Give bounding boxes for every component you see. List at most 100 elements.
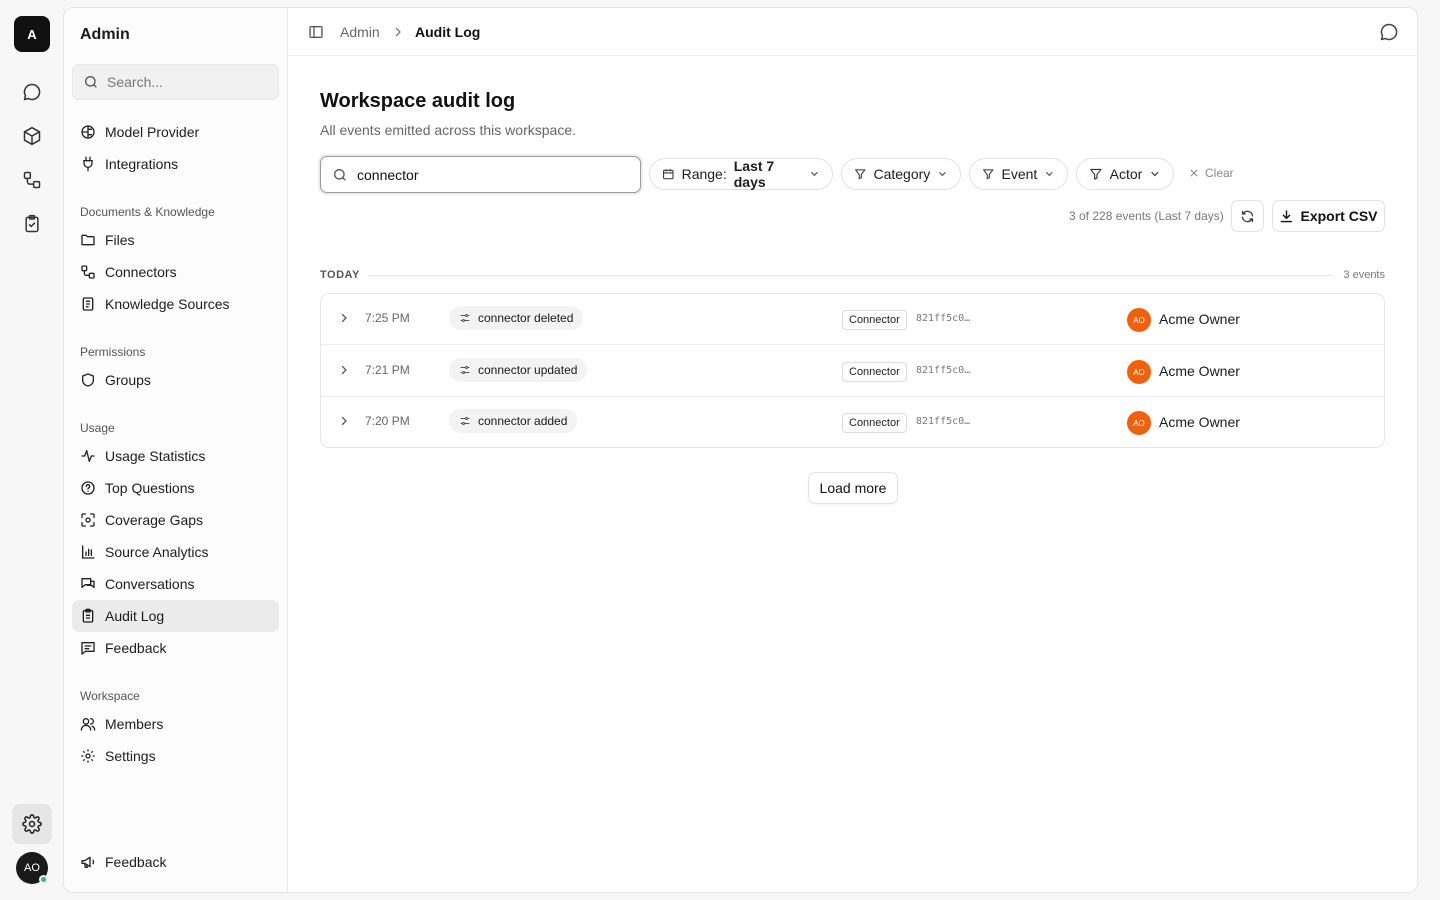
category-filter-button[interactable]: Category bbox=[841, 158, 961, 190]
refresh-icon bbox=[1241, 210, 1254, 222]
event-time: 7:25 PM bbox=[365, 311, 410, 325]
online-status-dot bbox=[39, 875, 48, 884]
event-row[interactable]: 7:21 PM connector updated Connector 821f… bbox=[321, 346, 1384, 397]
chat-bubble-icon[interactable] bbox=[1379, 22, 1399, 42]
sliders-icon bbox=[460, 314, 470, 322]
messages-icon bbox=[81, 578, 95, 588]
settings-icon[interactable] bbox=[12, 804, 52, 844]
box-icon[interactable] bbox=[20, 124, 44, 148]
event-type-badge: connector updated bbox=[449, 358, 588, 382]
clipboard-check-icon[interactable] bbox=[20, 212, 44, 236]
calendar-icon bbox=[663, 169, 674, 180]
chat-icon[interactable] bbox=[20, 80, 44, 104]
event-time: 7:20 PM bbox=[365, 414, 410, 428]
main-frame: Admin Search... Model Provider Integrati… bbox=[63, 7, 1418, 893]
sidebar-group-documents: Documents & Knowledge bbox=[80, 205, 215, 219]
actor-avatar: AO bbox=[1127, 360, 1151, 384]
sidebar-item-audit-log[interactable]: Audit Log bbox=[72, 600, 279, 632]
event-row[interactable]: 7:20 PM connector added Connector 821ff5… bbox=[321, 397, 1384, 447]
actor-filter-button[interactable]: Actor bbox=[1076, 158, 1174, 190]
admin-sidebar: Admin Search... Model Provider Integrati… bbox=[64, 8, 288, 892]
event-count-text: 3 of 228 events (Last 7 days) bbox=[1069, 209, 1224, 223]
event-filter-button[interactable]: Event bbox=[969, 158, 1068, 190]
breadcrumb-admin[interactable]: Admin bbox=[340, 24, 380, 40]
filter-icon bbox=[1090, 168, 1102, 180]
expand-chevron-icon[interactable] bbox=[338, 312, 350, 324]
plug-icon bbox=[83, 156, 93, 172]
resource-id[interactable]: 821ff5c0… bbox=[916, 313, 970, 324]
expand-chevron-icon[interactable] bbox=[338, 364, 350, 376]
actor-name: Acme Owner bbox=[1159, 311, 1240, 327]
resource-id[interactable]: 821ff5c0… bbox=[916, 365, 970, 376]
event-time: 7:21 PM bbox=[365, 363, 410, 377]
folder-icon bbox=[81, 234, 95, 246]
workspace-logo[interactable]: A bbox=[14, 16, 50, 52]
activity-icon bbox=[81, 450, 95, 462]
sidebar-group-usage: Usage bbox=[80, 421, 115, 435]
range-filter-button[interactable]: Range: Last 7 days bbox=[649, 158, 833, 190]
event-type-badge: connector added bbox=[449, 409, 578, 433]
connectors-icon bbox=[81, 265, 95, 279]
sliders-icon bbox=[460, 417, 470, 425]
export-csv-button[interactable]: Export CSV bbox=[1272, 200, 1385, 232]
sidebar-search-placeholder: Search... bbox=[107, 74, 164, 90]
events-list: 7:25 PM connector deleted Connector 821f… bbox=[320, 293, 1385, 448]
clipboard-list-icon bbox=[82, 608, 94, 623]
refresh-button[interactable] bbox=[1231, 200, 1264, 232]
actor-name: Acme Owner bbox=[1159, 363, 1240, 379]
connectors-icon[interactable] bbox=[20, 168, 44, 192]
actor-name: Acme Owner bbox=[1159, 414, 1240, 430]
audit-log-content: Workspace audit log All events emitted a… bbox=[288, 56, 1417, 892]
sidebar-item-model-provider[interactable]: Model Provider bbox=[72, 116, 279, 148]
breadcrumb-current: Audit Log bbox=[415, 24, 481, 40]
audit-search-value: connector bbox=[357, 166, 419, 183]
sidebar-item-settings[interactable]: Settings bbox=[72, 740, 279, 772]
users-icon bbox=[80, 718, 96, 731]
sidebar-item-top-questions[interactable]: Top Questions bbox=[72, 472, 279, 504]
sidebar-item-knowledge-sources[interactable]: Knowledge Sources bbox=[72, 288, 279, 320]
resource-tag: Connector bbox=[842, 362, 907, 382]
sidebar-group-permissions: Permissions bbox=[80, 345, 146, 359]
sidebar-item-files[interactable]: Files bbox=[72, 224, 279, 256]
sidebar-item-source-analytics[interactable]: Source Analytics bbox=[72, 536, 279, 568]
chevron-down-icon bbox=[1046, 172, 1053, 177]
user-avatar[interactable]: AO bbox=[16, 852, 48, 884]
filter-icon bbox=[855, 169, 866, 180]
audit-search-input[interactable]: connector bbox=[320, 156, 641, 193]
message-square-text-icon bbox=[81, 642, 95, 655]
sidebar-feedback-link[interactable]: Feedback bbox=[72, 846, 279, 878]
sidebar-item-usage-statistics[interactable]: Usage Statistics bbox=[72, 440, 279, 472]
download-icon bbox=[1281, 209, 1293, 222]
sidebar-item-connectors[interactable]: Connectors bbox=[72, 256, 279, 288]
search-icon bbox=[85, 76, 97, 88]
user-avatar-initials: AO bbox=[24, 862, 40, 874]
sidebar-item-feedback[interactable]: Feedback bbox=[72, 632, 279, 664]
sidebar-item-members[interactable]: Members bbox=[72, 708, 279, 740]
day-label: TODAY bbox=[320, 269, 360, 281]
filter-icon bbox=[983, 169, 994, 180]
sidebar-search-input[interactable]: Search... bbox=[72, 64, 279, 100]
chevron-down-icon bbox=[1151, 171, 1159, 177]
clear-filters-button[interactable]: Clear bbox=[1189, 166, 1234, 180]
icon-rail: A AO bbox=[0, 0, 64, 900]
shield-icon bbox=[82, 373, 94, 387]
sidebar-item-groups[interactable]: Groups bbox=[72, 364, 279, 396]
actor-avatar: AO bbox=[1127, 308, 1151, 332]
sidebar-item-conversations[interactable]: Conversations bbox=[72, 568, 279, 600]
question-circle-icon bbox=[81, 481, 95, 495]
load-more-button[interactable]: Load more bbox=[808, 472, 898, 504]
megaphone-icon bbox=[81, 856, 95, 868]
event-row[interactable]: 7:25 PM connector deleted Connector 821f… bbox=[321, 294, 1384, 345]
sliders-icon bbox=[460, 366, 470, 374]
sidebar-item-integrations[interactable]: Integrations bbox=[72, 148, 279, 180]
book-icon bbox=[82, 297, 94, 311]
event-type-badge: connector deleted bbox=[449, 306, 584, 330]
expand-chevron-icon[interactable] bbox=[338, 415, 350, 427]
actor-avatar: AO bbox=[1127, 411, 1151, 435]
page-subtitle: All events emitted across this workspace… bbox=[320, 122, 576, 138]
resource-id[interactable]: 821ff5c0… bbox=[916, 416, 970, 427]
day-divider bbox=[368, 275, 1333, 276]
sidebar-item-coverage-gaps[interactable]: Coverage Gaps bbox=[72, 504, 279, 536]
sidebar-group-workspace: Workspace bbox=[80, 689, 140, 703]
sidebar-toggle-icon[interactable] bbox=[308, 24, 324, 40]
